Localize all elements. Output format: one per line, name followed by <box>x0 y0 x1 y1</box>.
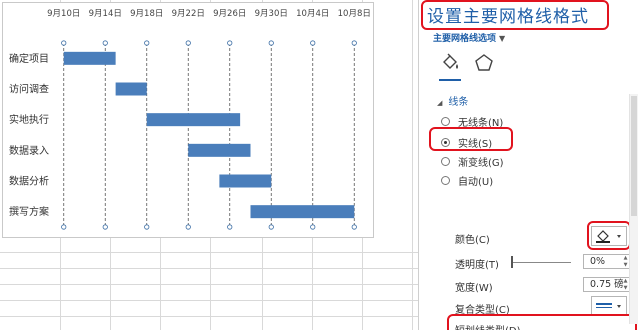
selection-handle[interactable] <box>310 224 316 230</box>
row-gridline <box>0 284 418 285</box>
x-tick-label: 9月22日 <box>172 9 205 19</box>
effects-tab[interactable] <box>473 52 495 74</box>
transparency-input[interactable]: 0% ▲ ▼ <box>583 254 631 269</box>
task-bar[interactable] <box>115 82 147 96</box>
compound-lines-icon <box>596 303 621 308</box>
x-axis-ticks: 9月10日 9月14日 9月18日 9月22日 9月26日 9月30日 10月4日 10月8日 <box>47 9 371 19</box>
paint-bucket-icon <box>443 53 458 69</box>
task-bar[interactable] <box>146 113 241 127</box>
scrollbar-thumb[interactable] <box>631 96 637 216</box>
transparency-slider-track[interactable] <box>511 262 571 263</box>
task-bar[interactable] <box>250 205 355 219</box>
x-tick-label: 9月14日 <box>89 9 122 19</box>
selection-handle[interactable] <box>310 40 316 46</box>
pane-scrollbar[interactable] <box>629 94 638 324</box>
task-bars[interactable] <box>63 51 355 219</box>
chevron-down-icon: ▼ <box>499 34 506 43</box>
format-gridlines-pane: 设置主要网格线格式 主要网格线选项 ▼ ◢ 线条 无线条(N) 实线(S) 渐变线(… <box>418 0 640 330</box>
radio-circle-icon[interactable] <box>441 117 450 126</box>
category-label: 数据录入 <box>9 144 49 157</box>
radio-circle-icon[interactable] <box>441 157 450 166</box>
selection-handle[interactable] <box>144 40 150 46</box>
category-label: 数据分析 <box>9 175 49 188</box>
gridline-options-dropdown[interactable]: 主要网格线选项 ▼ <box>433 31 505 44</box>
selection-handle[interactable] <box>61 40 67 46</box>
row-gridline <box>0 300 418 301</box>
x-tick-label: 10月4日 <box>296 9 329 19</box>
selection-handle[interactable] <box>351 40 357 46</box>
x-tick-label: 10月8日 <box>338 9 371 19</box>
category-label: 实地执行 <box>9 113 49 126</box>
collapse-triangle-icon: ◢ <box>437 99 443 107</box>
radio-automatic[interactable]: 自动(U) <box>441 173 493 188</box>
selection-handle[interactable] <box>185 40 191 46</box>
line-section-title: 线条 <box>448 97 469 108</box>
fill-line-tab[interactable] <box>439 52 461 74</box>
selection-handle[interactable] <box>351 224 357 230</box>
row-gridline <box>0 252 418 253</box>
line-section-header[interactable]: ◢ 线条 <box>437 93 468 108</box>
pentagon-icon <box>475 54 493 71</box>
transparency-label: 透明度(T) <box>455 260 499 271</box>
transparency-value: 0% <box>590 256 606 267</box>
chart-plot[interactable]: 9月10日 9月14日 9月18日 9月22日 9月26日 9月30日 10月4日 10月8日… <box>3 3 375 239</box>
selection-handle[interactable] <box>144 224 150 230</box>
column-gridline <box>412 0 413 330</box>
color-picker-highlight <box>587 221 631 250</box>
x-tick-label: 9月30日 <box>255 9 288 19</box>
radio-label: 自动(U) <box>458 177 494 188</box>
radio-circle-icon[interactable] <box>441 176 450 185</box>
active-tab-indicator <box>439 79 461 81</box>
category-label: 访问调查 <box>9 83 49 96</box>
width-input[interactable]: 0.75 磅 ▲ ▼ <box>583 277 631 292</box>
y-axis-categories: 确定项目访问调查实地执行数据录入数据分析撰写方案 <box>9 52 49 218</box>
width-label: 宽度(W) <box>455 283 493 294</box>
radio-gradient-line[interactable]: 渐变线(G) <box>441 154 504 169</box>
selection-handle[interactable] <box>185 224 191 230</box>
major-gridlines[interactable] <box>63 43 355 227</box>
solid-line-highlight <box>429 127 513 151</box>
category-label: 撰写方案 <box>9 205 49 218</box>
row-gridline <box>0 316 418 317</box>
radio-label: 渐变线(G) <box>458 158 504 169</box>
spreadsheet-grid[interactable]: 9月10日 9月14日 9月18日 9月22日 9月26日 9月30日 10月4日 10月8日… <box>0 0 418 330</box>
selection-handle[interactable] <box>227 40 233 46</box>
selection-handle[interactable] <box>61 224 67 230</box>
selection-handle[interactable] <box>268 224 274 230</box>
color-label: 颜色(C) <box>455 235 490 246</box>
row-gridline <box>0 268 418 269</box>
compound-type-dropdown[interactable] <box>591 296 627 316</box>
x-tick-label: 9月18日 <box>130 9 163 19</box>
gridline-selection-handles[interactable] <box>61 40 357 230</box>
selection-handle[interactable] <box>227 224 233 230</box>
title-highlight <box>421 0 609 30</box>
x-tick-label: 9月10日 <box>47 9 80 19</box>
selection-handle[interactable] <box>102 40 108 46</box>
dash-type-highlight <box>447 314 637 330</box>
selection-handle[interactable] <box>268 40 274 46</box>
task-bar[interactable] <box>219 174 272 188</box>
gridline-options-label: 主要网格线选项 <box>433 34 497 44</box>
task-bar[interactable] <box>63 51 116 65</box>
task-bar[interactable] <box>188 143 251 157</box>
gantt-chart[interactable]: 9月10日 9月14日 9月18日 9月22日 9月26日 9月30日 10月4日 10月8日… <box>2 2 374 238</box>
width-value: 0.75 磅 <box>590 279 624 290</box>
selection-handle[interactable] <box>102 224 108 230</box>
x-tick-label: 9月26日 <box>213 9 246 19</box>
transparency-slider-handle[interactable] <box>511 256 513 268</box>
category-label: 确定项目 <box>9 52 49 65</box>
